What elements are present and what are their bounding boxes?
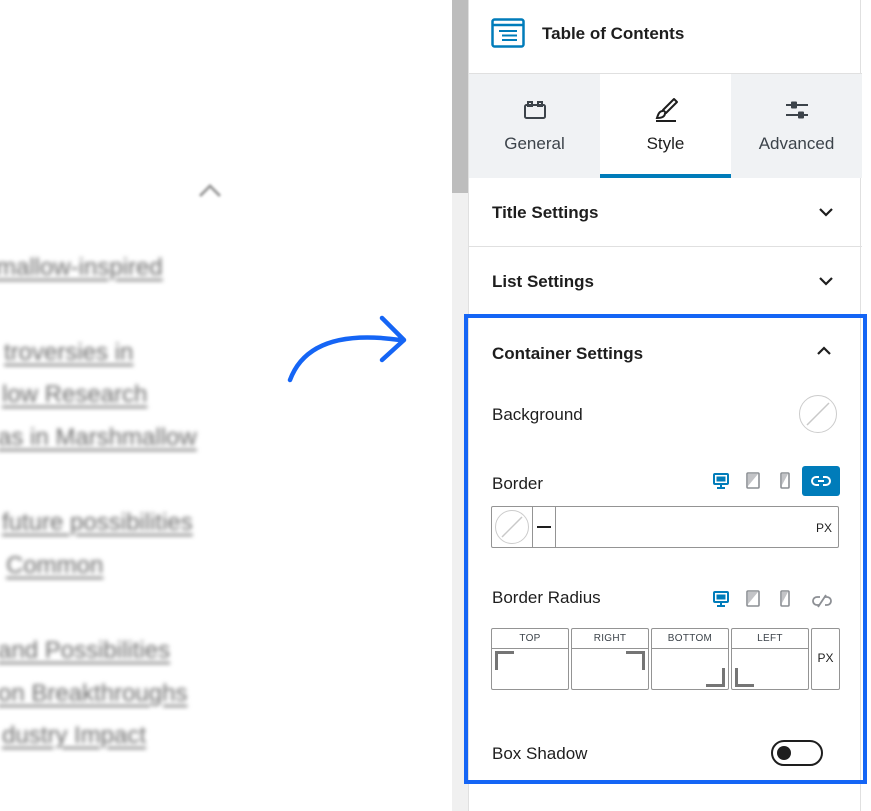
box-shadow-toggle[interactable] bbox=[771, 740, 823, 766]
tablet-icon[interactable] bbox=[745, 590, 761, 608]
section-title: Title Settings bbox=[492, 203, 599, 222]
list-settings-toggle[interactable]: List Settings bbox=[469, 247, 862, 316]
section-title: List Settings bbox=[492, 272, 595, 291]
block-card: Table of Contents bbox=[469, 0, 862, 74]
chevron-down-icon bbox=[819, 208, 833, 217]
border-unit[interactable]: PX bbox=[816, 521, 832, 535]
radius-field-label: RIGHT bbox=[572, 629, 648, 649]
link-icon bbox=[811, 476, 831, 486]
title-settings-toggle[interactable]: Title Settings bbox=[469, 178, 862, 247]
toolbox-icon bbox=[523, 101, 546, 119]
toc-link[interactable]: dustry Impact bbox=[2, 722, 146, 750]
brush-icon bbox=[655, 98, 678, 122]
toc-link[interactable]: mallow-inspired bbox=[0, 254, 163, 282]
scrollbar-thumb[interactable] bbox=[452, 0, 468, 193]
radius-left-field[interactable]: LEFT bbox=[731, 628, 809, 690]
toggle-knob bbox=[777, 746, 791, 760]
desktop-icon[interactable] bbox=[713, 472, 729, 490]
radius-field-label: LEFT bbox=[732, 629, 808, 649]
radius-top-field[interactable]: TOP bbox=[491, 628, 569, 690]
corner-bottom-left-icon bbox=[735, 668, 754, 687]
radius-unit: PX bbox=[817, 651, 834, 665]
box-shadow-label: Box Shadow bbox=[492, 744, 588, 763]
toc-link[interactable]: troversies in bbox=[4, 339, 133, 367]
sliders-icon bbox=[785, 101, 808, 119]
link-values-button[interactable] bbox=[802, 466, 840, 496]
toc-link[interactable]: as in Marshmallow bbox=[0, 424, 197, 452]
background-color-picker[interactable] bbox=[799, 395, 837, 433]
border-control: PX bbox=[491, 506, 839, 548]
tab-label: Style bbox=[646, 134, 685, 153]
radius-right-field[interactable]: RIGHT bbox=[571, 628, 649, 690]
tablet-icon[interactable] bbox=[745, 472, 761, 490]
radius-bottom-field[interactable]: BOTTOM bbox=[651, 628, 729, 690]
chevron-up-icon bbox=[198, 183, 222, 198]
corner-bottom-right-icon bbox=[706, 668, 725, 687]
border-style-select[interactable] bbox=[532, 507, 556, 547]
border-color-picker[interactable] bbox=[495, 510, 529, 544]
chevron-up-icon[interactable] bbox=[816, 345, 832, 357]
background-label: Background bbox=[492, 405, 583, 424]
container-settings-section: Container Settings Background Border PX … bbox=[469, 316, 862, 796]
tab-style[interactable]: Style bbox=[600, 74, 731, 178]
corner-top-right-icon bbox=[626, 651, 645, 670]
toc-link[interactable]: and Possibilities bbox=[0, 637, 170, 665]
block-settings-panel: Table of Contents General Style Advanced… bbox=[468, 0, 862, 811]
unlink-icon[interactable] bbox=[811, 592, 833, 610]
radius-field-label: TOP bbox=[492, 629, 568, 649]
toc-link[interactable]: future possibilities bbox=[2, 509, 193, 537]
border-radius-label: Border Radius bbox=[492, 588, 601, 607]
corner-top-left-icon bbox=[495, 651, 514, 670]
mobile-icon[interactable] bbox=[777, 472, 793, 490]
tab-label: Advanced bbox=[758, 134, 835, 153]
radius-unit-select[interactable]: PX bbox=[811, 628, 840, 690]
toc-link[interactable]: on Breakthroughs bbox=[0, 680, 187, 708]
mobile-icon[interactable] bbox=[777, 590, 793, 608]
chevron-down-icon bbox=[819, 277, 833, 286]
tab-advanced[interactable]: Advanced bbox=[731, 74, 862, 178]
no-color-icon bbox=[806, 402, 830, 426]
toc-link[interactable]: Common bbox=[6, 552, 103, 580]
border-label: Border bbox=[492, 474, 544, 493]
settings-tabs: General Style Advanced bbox=[469, 74, 862, 178]
table-of-contents-icon bbox=[491, 18, 525, 48]
editor-preview: mallow-inspired troversies in low Resear… bbox=[0, 0, 452, 811]
section-title[interactable]: Container Settings bbox=[492, 344, 643, 364]
tab-general[interactable]: General bbox=[469, 74, 600, 178]
desktop-icon[interactable] bbox=[713, 590, 729, 608]
tab-label: General bbox=[504, 134, 565, 153]
radius-field-label: BOTTOM bbox=[652, 629, 728, 649]
block-title: Table of Contents bbox=[542, 24, 685, 43]
toc-link[interactable]: low Research bbox=[2, 381, 147, 409]
no-color-icon bbox=[501, 516, 523, 538]
pointer-arrow-icon bbox=[287, 315, 407, 383]
